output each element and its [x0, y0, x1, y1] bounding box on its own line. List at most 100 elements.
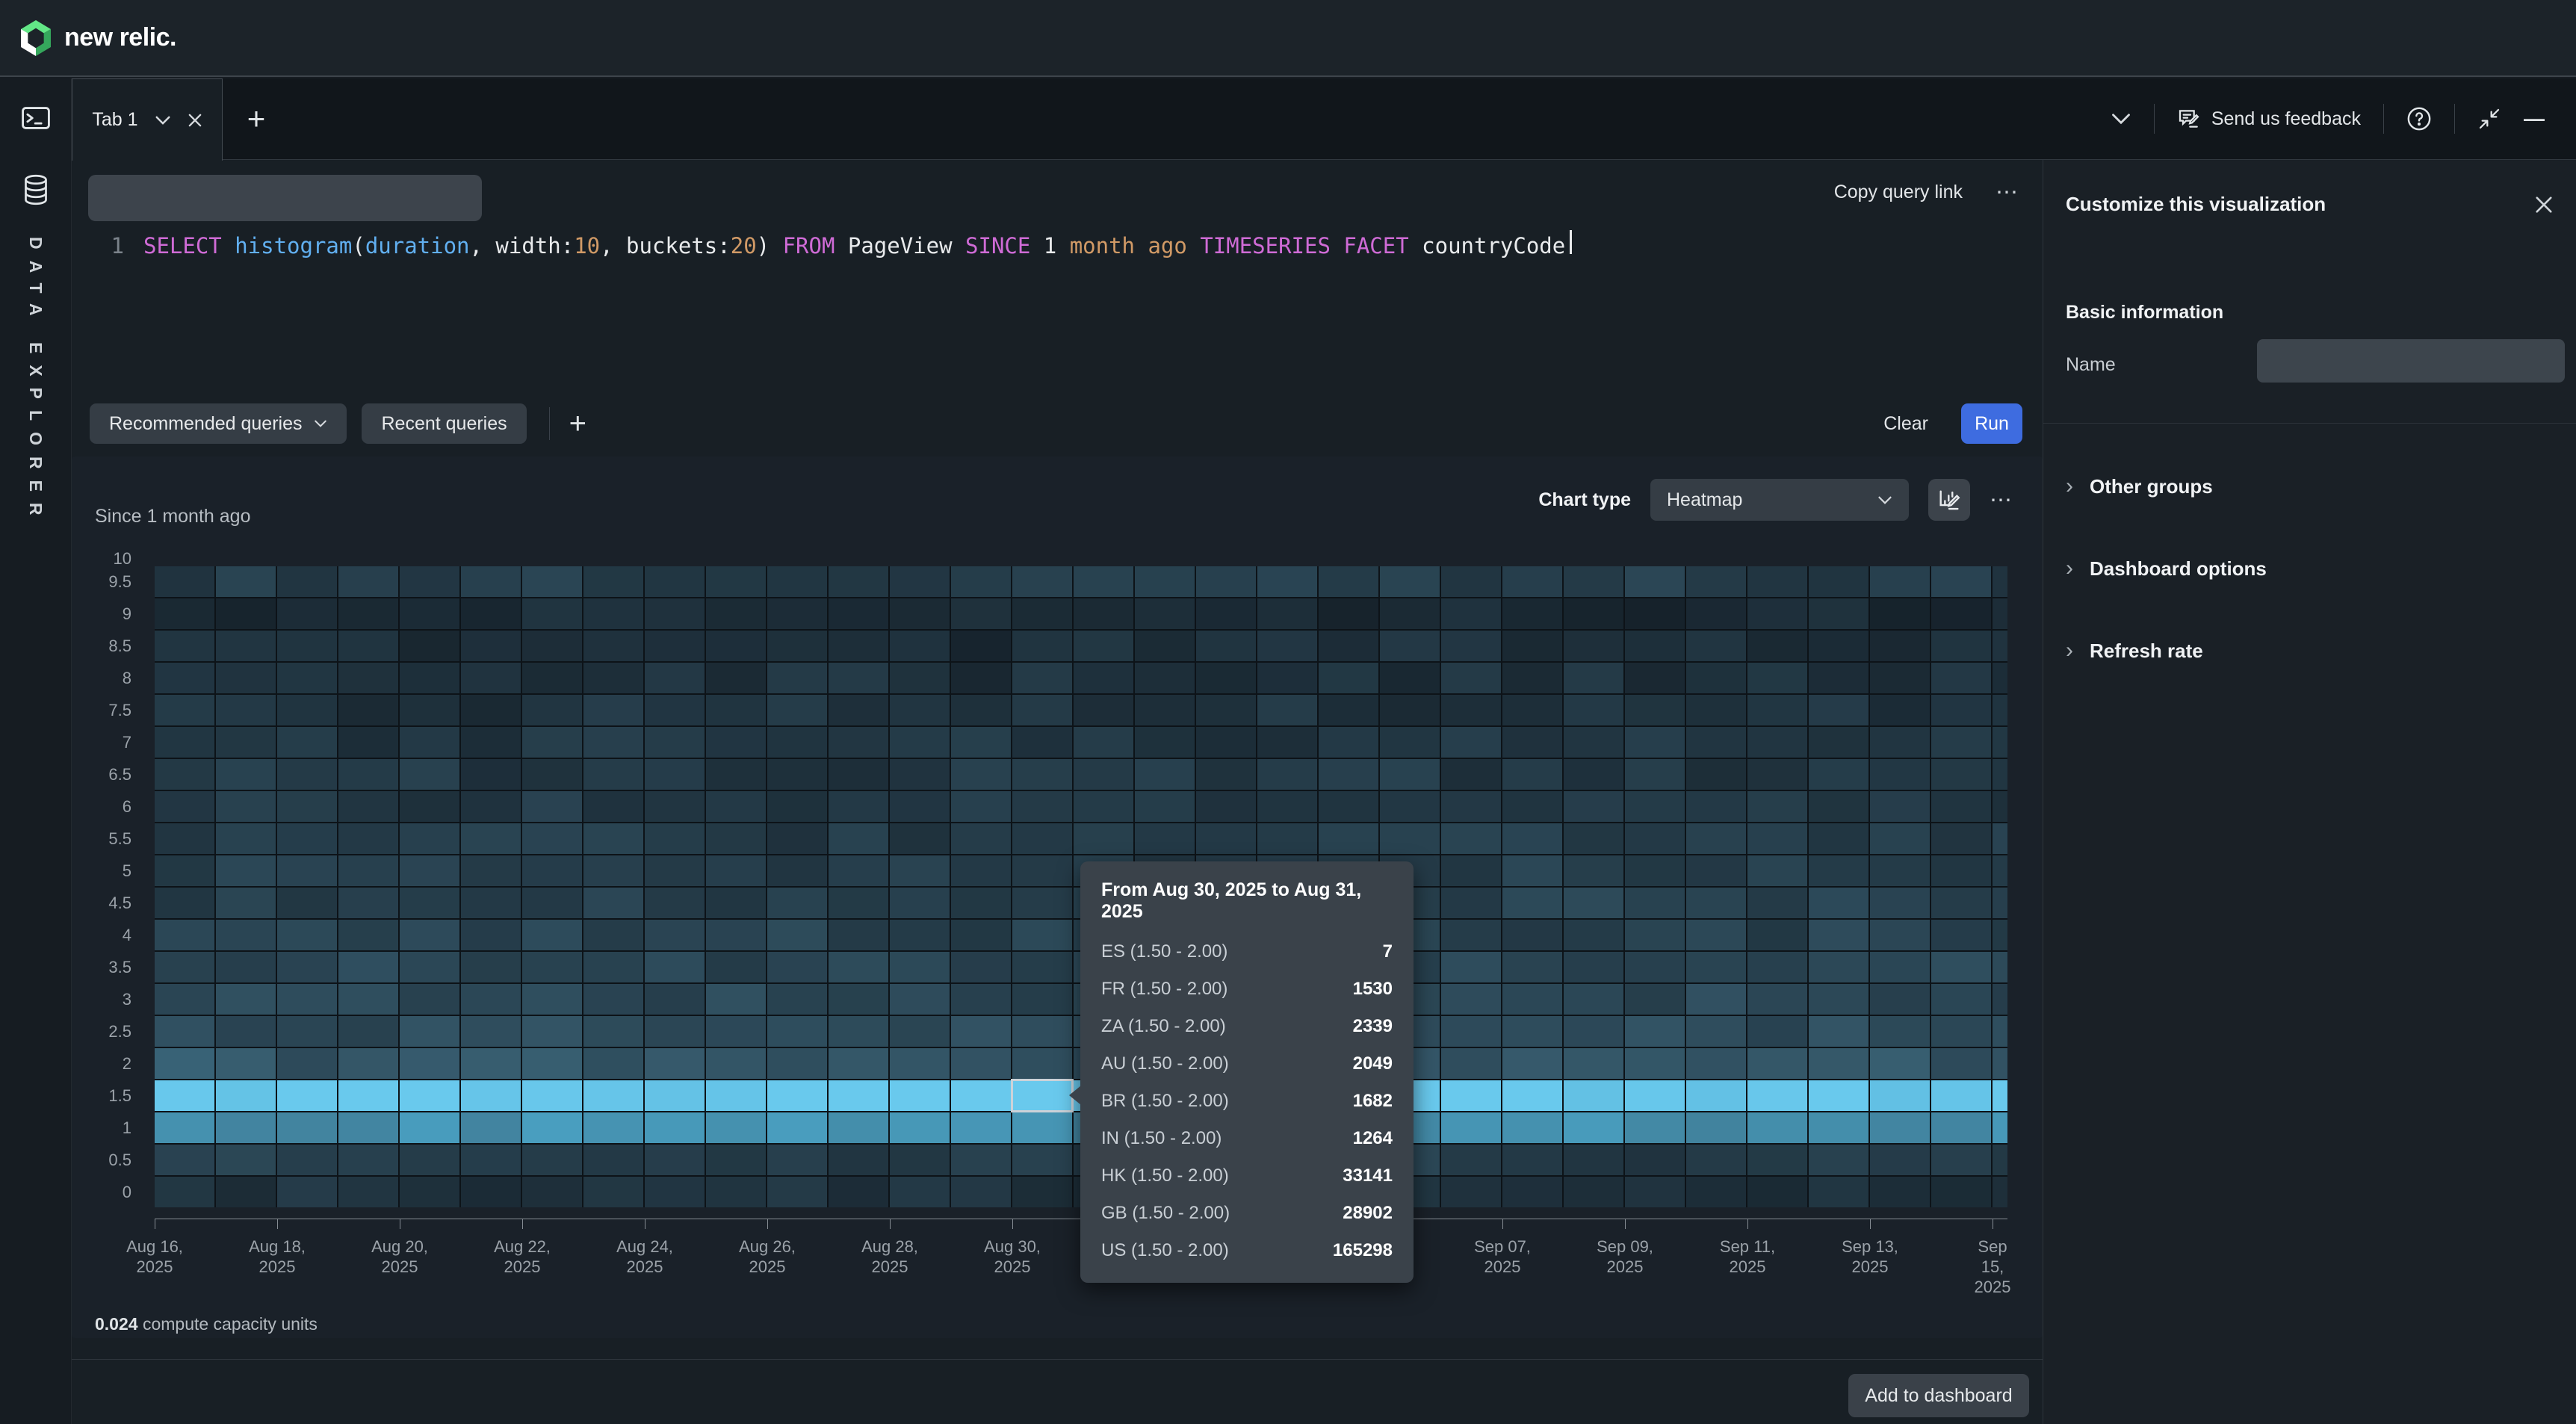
heatmap-cell[interactable]	[1686, 823, 1746, 854]
heatmap-cell[interactable]	[338, 791, 398, 822]
heatmap-cell[interactable]	[1502, 631, 1562, 661]
heatmap-cell[interactable]	[216, 759, 276, 790]
heatmap-cell[interactable]	[400, 631, 459, 661]
heatmap-cell[interactable]	[583, 920, 643, 950]
heatmap-cell[interactable]	[155, 791, 214, 822]
heatmap-cell[interactable]	[706, 1048, 766, 1079]
heatmap-cell[interactable]	[1441, 1112, 1501, 1143]
heatmap-cell[interactable]	[155, 566, 214, 597]
heatmap-cell[interactable]	[583, 1145, 643, 1175]
heatmap-cell[interactable]	[1870, 663, 1930, 693]
heatmap-cell[interactable]	[829, 663, 888, 693]
heatmap-cell[interactable]	[1564, 888, 1623, 918]
heatmap-cell[interactable]	[706, 855, 766, 886]
heatmap-cell[interactable]	[1380, 663, 1440, 693]
heatmap-cell[interactable]	[1931, 888, 1991, 918]
heatmap-cell[interactable]	[1319, 663, 1378, 693]
heatmap-cell[interactable]	[522, 695, 582, 725]
heatmap-cell[interactable]	[645, 1177, 705, 1207]
heatmap-cell[interactable]	[1809, 952, 1868, 982]
heatmap-cell[interactable]	[829, 695, 888, 725]
heatmap-cell[interactable]	[1931, 1048, 1991, 1079]
heatmap-cell[interactable]	[277, 1177, 337, 1207]
heatmap-cell[interactable]	[951, 984, 1011, 1015]
heatmap-cell[interactable]	[1257, 631, 1317, 661]
heatmap-cell[interactable]	[1870, 566, 1930, 597]
heatmap-cell[interactable]	[338, 984, 398, 1015]
heatmap-cell[interactable]	[829, 1080, 888, 1111]
heatmap-cell[interactable]	[1380, 727, 1440, 758]
heatmap-cell[interactable]	[706, 791, 766, 822]
heatmap-cell[interactable]	[890, 566, 950, 597]
heatmap-cell[interactable]	[1625, 984, 1685, 1015]
heatmap-cell[interactable]	[951, 1177, 1011, 1207]
heatmap-cell[interactable]	[1747, 888, 1807, 918]
heatmap-cell[interactable]	[1993, 759, 2007, 790]
heatmap-cell[interactable]	[216, 1145, 276, 1175]
heatmap-cell[interactable]	[1012, 984, 1072, 1015]
heatmap-cell[interactable]	[1931, 855, 1991, 886]
heatmap-cell[interactable]	[1993, 598, 2007, 629]
heatmap-cell[interactable]	[890, 952, 950, 982]
heatmap-cell[interactable]	[1931, 1145, 1991, 1175]
heatmap-cell[interactable]	[1012, 1177, 1072, 1207]
heatmap-cell[interactable]	[1502, 1145, 1562, 1175]
heatmap-cell[interactable]	[1135, 631, 1195, 661]
heatmap-cell[interactable]	[1625, 855, 1685, 886]
heatmap-cell[interactable]	[951, 759, 1011, 790]
heatmap-cell[interactable]	[1809, 920, 1868, 950]
heatmap-cell[interactable]	[1931, 920, 1991, 950]
heatmap-cell[interactable]	[1993, 984, 2007, 1015]
heatmap-cell[interactable]	[1564, 759, 1623, 790]
heatmap-cell[interactable]	[1931, 727, 1991, 758]
heatmap-cell[interactable]	[522, 598, 582, 629]
heatmap-cell[interactable]	[400, 759, 459, 790]
heatmap-cell[interactable]	[216, 823, 276, 854]
heatmap-cell[interactable]	[1686, 920, 1746, 950]
heatmap-cell[interactable]	[1441, 1145, 1501, 1175]
heatmap-cell[interactable]	[1809, 1048, 1868, 1079]
heatmap-cell[interactable]	[583, 984, 643, 1015]
heatmap-cell[interactable]	[1502, 952, 1562, 982]
heatmap-cell[interactable]	[277, 888, 337, 918]
heatmap-cell[interactable]	[767, 759, 827, 790]
heatmap-cell[interactable]	[461, 1080, 521, 1111]
heatmap-cell[interactable]	[890, 663, 950, 693]
heatmap-cell[interactable]	[767, 1112, 827, 1143]
heatmap-cell[interactable]	[1012, 1048, 1072, 1079]
heatmap-cell[interactable]	[155, 759, 214, 790]
copy-query-link-button[interactable]: Copy query link	[1834, 182, 1963, 203]
heatmap-cell[interactable]	[277, 823, 337, 854]
heatmap-cell[interactable]	[951, 566, 1011, 597]
heatmap-cell[interactable]	[155, 1112, 214, 1143]
heatmap-cell[interactable]	[1931, 823, 1991, 854]
heatmap-cell[interactable]	[706, 984, 766, 1015]
heatmap-cell[interactable]	[1686, 1145, 1746, 1175]
heatmap-cell[interactable]	[829, 888, 888, 918]
heatmap-cell[interactable]	[1074, 598, 1133, 629]
heatmap-cell[interactable]	[1319, 631, 1378, 661]
heatmap-cell[interactable]	[1196, 695, 1256, 725]
heatmap-cell[interactable]	[583, 888, 643, 918]
heatmap-cell[interactable]	[338, 855, 398, 886]
heatmap-cell[interactable]	[277, 663, 337, 693]
heatmap-cell[interactable]	[1625, 759, 1685, 790]
heatmap-cell[interactable]	[1870, 1145, 1930, 1175]
heatmap-cell[interactable]	[1564, 1145, 1623, 1175]
heatmap-cell[interactable]	[1747, 1177, 1807, 1207]
heatmap-cell[interactable]	[1809, 598, 1868, 629]
heatmap-cell[interactable]	[1870, 920, 1930, 950]
heatmap-cell[interactable]	[1564, 598, 1623, 629]
heatmap-cell[interactable]	[767, 727, 827, 758]
heatmap-cell[interactable]	[1993, 855, 2007, 886]
heatmap-cell[interactable]	[1809, 855, 1868, 886]
heatmap-cell[interactable]	[277, 1048, 337, 1079]
heatmap-cell[interactable]	[1012, 1112, 1072, 1143]
heatmap-cell[interactable]	[1625, 727, 1685, 758]
name-input[interactable]	[2257, 339, 2565, 383]
heatmap-cell[interactable]	[645, 984, 705, 1015]
heatmap-cell[interactable]	[1135, 695, 1195, 725]
heatmap-cell[interactable]	[155, 1177, 214, 1207]
heatmap-cell[interactable]	[1502, 566, 1562, 597]
heatmap-cell[interactable]	[277, 566, 337, 597]
